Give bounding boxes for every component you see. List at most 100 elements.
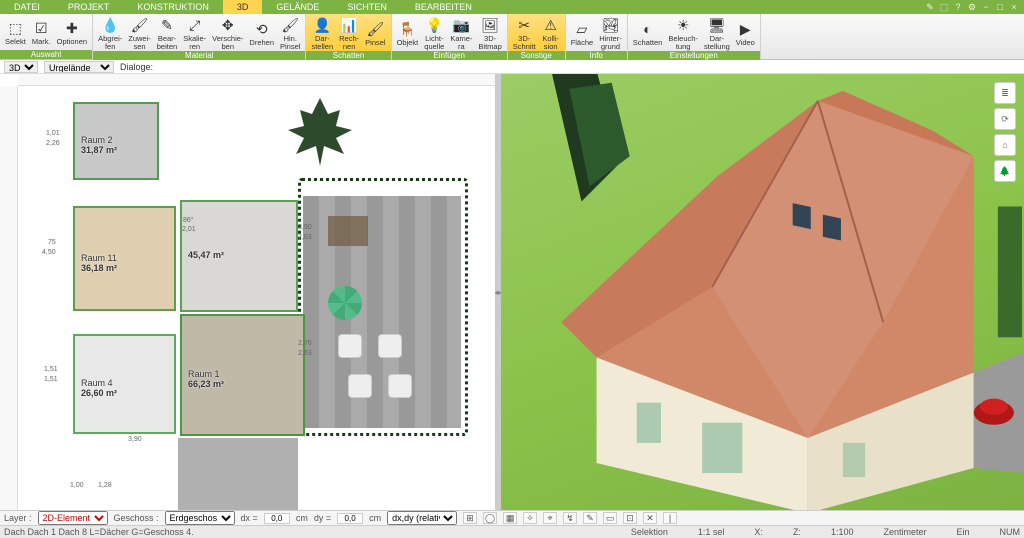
status-segment: X: <box>754 527 763 537</box>
ribbon-kollision[interactable]: ⚠Kolli-sion <box>539 15 563 51</box>
menu-tab-gelände[interactable]: GELÄNDE <box>262 0 333 14</box>
layers-icon[interactable]: ≣ <box>994 82 1016 104</box>
maximize-icon[interactable]: □ <box>994 1 1006 13</box>
ribbon-kamera[interactable]: 📷Kame-ra <box>447 15 475 51</box>
ribbon-label: Kolli-sion <box>542 35 559 50</box>
ribbon-rechnen[interactable]: 📊Rech-nen <box>336 15 362 51</box>
dimension-label: 1,01 <box>46 130 60 137</box>
ribbon-label: Drehen <box>249 39 274 47</box>
room[interactable]: 45,47 m² <box>180 200 298 312</box>
orbit-icon[interactable]: ⟳ <box>994 108 1016 130</box>
ribbon-drehen[interactable]: ⟲Drehen <box>246 15 277 51</box>
ribbon-schatten2[interactable]: ◐Schatten <box>630 15 666 51</box>
ribbon-hintergrund-pinsel[interactable]: 🖌Hin.Pinsel <box>277 15 303 51</box>
layer-select[interactable]: 2D-Element <box>38 511 108 525</box>
close-icon[interactable]: × <box>1008 1 1020 13</box>
dy-label: dy = <box>314 513 331 523</box>
tool-btn-5[interactable]: ⌖ <box>543 512 557 524</box>
ribbon-hintergrund[interactable]: 🏞Hinter-grund <box>596 15 625 51</box>
home-icon[interactable]: ⌂ <box>994 134 1016 156</box>
minimize-icon[interactable]: − <box>980 1 992 13</box>
2d-viewport[interactable]: Raum 231,87 m²Raum 1136,18 m²45,47 m²Rau… <box>0 74 495 510</box>
ribbon-3d-bitmap[interactable]: 🖼3D-Bitmap <box>475 15 504 51</box>
kamera-icon: 📷 <box>452 16 470 34</box>
ribbon-skalieren[interactable]: ⤢Skalie-ren <box>180 15 209 51</box>
tool-btn-3[interactable]: ▦ <box>503 512 517 524</box>
icon-b[interactable]: ⬚ <box>938 1 950 13</box>
icon-c[interactable]: ? <box>952 1 964 13</box>
geschoss-label: Geschoss : <box>114 513 159 523</box>
geschoss-select[interactable]: Erdgeschos <box>165 511 235 525</box>
dimension-label: 2,63 <box>298 234 312 241</box>
group-label: Sonstige <box>508 51 565 60</box>
view-select[interactable]: 3D <box>4 61 38 73</box>
house-3d <box>501 74 1024 510</box>
room[interactable]: Raum 166,23 m² <box>180 314 305 436</box>
group-label: Schatten <box>306 51 390 60</box>
ribbon-group-auswahl: ⬚Selekt☑Mark.✚OptionenAuswahl <box>0 14 93 59</box>
tool-btn-11[interactable]: | <box>663 512 677 524</box>
ribbon-label: Schatten <box>633 39 663 47</box>
ribbon-lichtquelle[interactable]: 💡Licht-quelle <box>421 15 447 51</box>
ribbon-pinsel[interactable]: 🖌Pinsel <box>362 15 388 51</box>
tool-btn-8[interactable]: ▭ <box>603 512 617 524</box>
menu-tab-3d[interactable]: 3D <box>223 0 263 14</box>
dx-input[interactable] <box>264 513 290 524</box>
menu-tab-datei[interactable]: DATEI <box>0 0 54 14</box>
room[interactable]: Raum 1136,18 m² <box>73 206 176 311</box>
dx-label: dx = <box>241 513 258 523</box>
ribbon-label: Hin.Pinsel <box>280 35 300 50</box>
ribbon-abgreifen[interactable]: 💧Abgrei-fen <box>95 15 125 51</box>
menu-tab-bearbeiten[interactable]: BEARBEITEN <box>401 0 486 14</box>
menu-tab-konstruktion[interactable]: KONSTRUKTION <box>123 0 223 14</box>
ribbon-label: Mark. <box>32 38 51 46</box>
ribbon-mark[interactable]: ☑Mark. <box>29 15 54 50</box>
tool-btn-2[interactable]: ◯ <box>483 512 497 524</box>
ribbon-label: Hinter-grund <box>599 35 622 50</box>
schatten2-icon: ◐ <box>639 20 657 38</box>
menu-tab-sichten[interactable]: SICHTEN <box>333 0 401 14</box>
room-label: Raum 426,60 m² <box>81 378 117 398</box>
terrain-select[interactable]: Urgelände <box>44 61 114 73</box>
ruler-horizontal <box>18 74 495 86</box>
tool-btn-10[interactable]: ✕ <box>643 512 657 524</box>
ribbon-select[interactable]: ⬚Selekt <box>2 15 29 50</box>
ribbon-flaeche[interactable]: ▱Fläche <box>568 15 597 51</box>
menu-tab-projekt[interactable]: PROJEKT <box>54 0 124 14</box>
ribbon-video[interactable]: ▶Video <box>733 15 758 51</box>
tool-btn-7[interactable]: ✎ <box>583 512 597 524</box>
tool-btn-1[interactable]: ⊞ <box>463 512 477 524</box>
ribbon-label: Verschie-ben <box>212 35 243 50</box>
ribbon-group-einstellungen: ◐Schatten☀Beleuch-tung🖥Dar-stellung▶Vide… <box>628 14 761 59</box>
tool-btn-9[interactable]: ⊡ <box>623 512 637 524</box>
dy-input[interactable] <box>337 513 363 524</box>
floor-plan[interactable]: Raum 231,87 m²Raum 1136,18 m²45,47 m²Rau… <box>18 86 495 510</box>
ribbon-options[interactable]: ✚Optionen <box>54 15 90 50</box>
dy-unit: cm <box>369 513 381 523</box>
tool-btn-6[interactable]: ↯ <box>563 512 577 524</box>
ribbon-beleuchtung[interactable]: ☀Beleuch-tung <box>665 15 701 51</box>
dimension-label: 4,50 <box>42 249 56 256</box>
icon-a[interactable]: ✎ <box>924 1 936 13</box>
status-bar: Dach Dach 1 Dach 8 L=Dächer G=Geschoss 4… <box>0 525 1024 538</box>
ribbon-verschieben[interactable]: ✥Verschie-ben <box>209 15 246 51</box>
tool-btn-4[interactable]: ✧ <box>523 512 537 524</box>
group-label: Einstellungen <box>628 51 760 60</box>
status-segment: 1:1 sel <box>698 527 725 537</box>
dimension-label: 3,90 <box>298 224 312 231</box>
ribbon-3d-schnitt[interactable]: ✂3D-Schnitt <box>510 15 539 51</box>
mode-select[interactable]: dx,dy (relativ ka <box>387 511 457 525</box>
ribbon-zuweisen[interactable]: 🖌Zuwei-sen <box>125 15 154 51</box>
ribbon-darstellen[interactable]: 👤Dar-stellen <box>308 15 336 51</box>
room[interactable]: Raum 231,87 m² <box>73 102 159 180</box>
dimension-label: 2,01 <box>182 226 196 233</box>
ribbon-label: 3D-Bitmap <box>478 35 501 50</box>
room[interactable]: Raum 426,60 m² <box>73 334 176 434</box>
icon-d[interactable]: ⚙ <box>966 1 978 13</box>
ribbon-group-material: 💧Abgrei-fen🖌Zuwei-sen✎Bear-beiten⤢Skalie… <box>93 14 306 59</box>
tree-icon[interactable]: 🌲 <box>994 160 1016 182</box>
3d-viewport[interactable]: ≣ ⟳ ⌂ 🌲 <box>501 74 1024 510</box>
ribbon-darstellung[interactable]: 🖥Dar-stellung <box>701 15 733 51</box>
ribbon-objekt[interactable]: 🪑Objekt <box>394 15 422 51</box>
ribbon-bearbeiten[interactable]: ✎Bear-beiten <box>154 15 180 51</box>
